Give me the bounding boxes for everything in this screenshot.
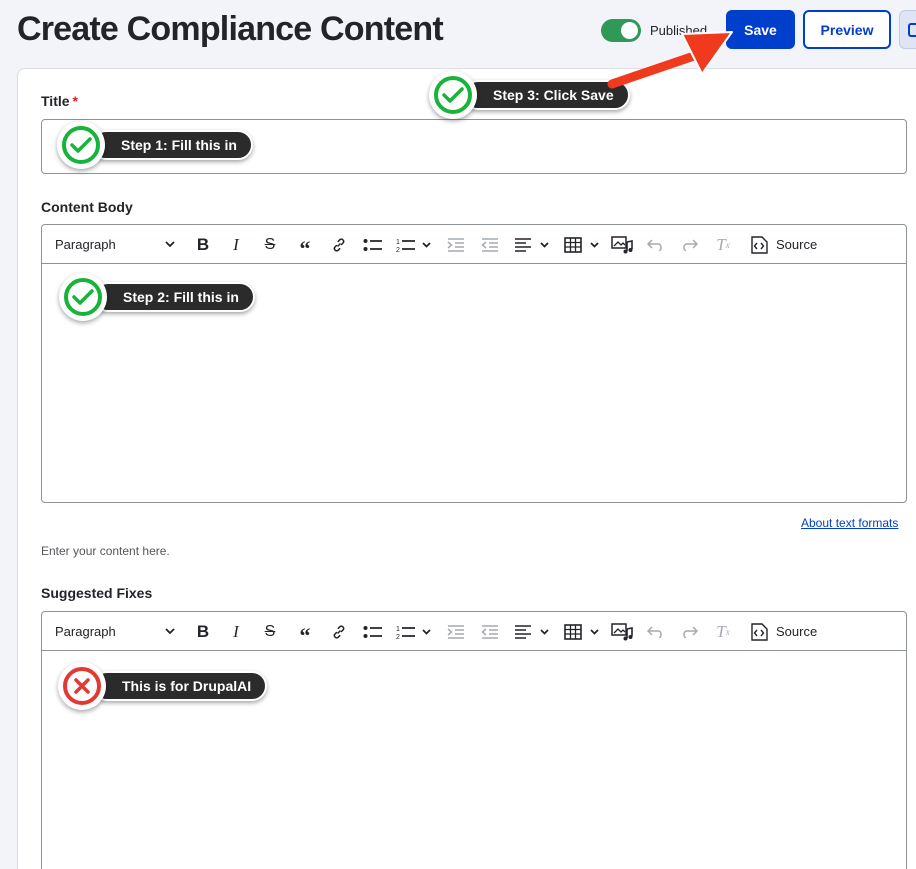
svg-text:2: 2 bbox=[396, 247, 400, 253]
suggested-fixes-editor: Paragraph B I S “ 12 T x Source bbox=[41, 611, 907, 869]
svg-text:1: 1 bbox=[396, 626, 400, 633]
check-circle-icon bbox=[57, 121, 105, 169]
undo-icon[interactable] bbox=[646, 612, 666, 651]
blockquote-icon[interactable]: “ bbox=[295, 225, 315, 264]
check-circle-icon bbox=[59, 273, 107, 321]
media-icon[interactable] bbox=[611, 225, 633, 264]
step-2-annotation: Step 2: Fill this in bbox=[59, 273, 255, 321]
italic-icon[interactable]: I bbox=[228, 612, 244, 651]
step-2-label: Step 2: Fill this in bbox=[93, 282, 255, 312]
outdent-icon[interactable] bbox=[446, 612, 466, 651]
step-1-annotation: Step 1: Fill this in bbox=[57, 121, 253, 169]
svg-text:2: 2 bbox=[396, 634, 400, 640]
required-marker: * bbox=[72, 93, 78, 109]
paragraph-format-select[interactable]: Paragraph bbox=[55, 225, 185, 264]
redo-icon[interactable] bbox=[679, 612, 699, 651]
remove-format-icon[interactable]: Tx bbox=[713, 612, 733, 651]
content-body-editor: Paragraph B I S “ 12 T x Source bbox=[41, 224, 907, 503]
page-title: Create Compliance Content bbox=[17, 10, 444, 48]
bulleted-list-icon[interactable] bbox=[362, 225, 384, 264]
step-1-label: Step 1: Fill this in bbox=[91, 130, 253, 160]
redo-icon[interactable] bbox=[679, 225, 699, 264]
x-circle-icon bbox=[58, 662, 106, 710]
page: Create Compliance Content Published Save… bbox=[0, 0, 916, 869]
remove-format-icon[interactable]: Tx bbox=[713, 225, 733, 264]
suggested-fixes-label: Suggested Fixes bbox=[41, 585, 153, 601]
preview-button[interactable]: Preview bbox=[803, 10, 891, 49]
about-text-formats-link[interactable]: About text formats bbox=[801, 516, 898, 530]
undo-icon[interactable] bbox=[646, 225, 666, 264]
title-label: Title * bbox=[41, 93, 78, 109]
source-button[interactable]: Source bbox=[750, 225, 830, 264]
editor-toolbar: Paragraph B I S “ 12 T x Source bbox=[42, 225, 906, 264]
toggle-sidebar-button[interactable] bbox=[899, 10, 916, 49]
link-icon[interactable] bbox=[329, 612, 349, 651]
table-icon[interactable] bbox=[564, 225, 602, 264]
strikethrough-icon[interactable]: S bbox=[261, 612, 279, 651]
sidebar-icon bbox=[908, 23, 916, 37]
drupal-ai-label: This is for DrupalAI bbox=[92, 671, 268, 701]
link-icon[interactable] bbox=[329, 225, 349, 264]
source-icon bbox=[751, 622, 768, 641]
table-icon[interactable] bbox=[564, 612, 602, 651]
svg-text:1: 1 bbox=[396, 239, 400, 246]
bold-icon[interactable]: B bbox=[193, 612, 213, 651]
check-circle-icon bbox=[429, 71, 477, 119]
outdent-icon[interactable] bbox=[446, 225, 466, 264]
align-icon[interactable] bbox=[514, 225, 552, 264]
media-icon[interactable] bbox=[611, 612, 633, 651]
align-icon[interactable] bbox=[514, 612, 552, 651]
content-body-help: Enter your content here. bbox=[41, 544, 170, 558]
numbered-list-icon[interactable]: 12 bbox=[396, 225, 432, 264]
drupal-ai-annotation: This is for DrupalAI bbox=[58, 662, 268, 710]
indent-icon[interactable] bbox=[480, 225, 500, 264]
strikethrough-icon[interactable]: S bbox=[261, 225, 279, 264]
numbered-list-icon[interactable]: 12 bbox=[396, 612, 432, 651]
source-button[interactable]: Source bbox=[750, 612, 830, 651]
blockquote-icon[interactable]: “ bbox=[295, 612, 315, 651]
paragraph-format-select[interactable]: Paragraph bbox=[55, 612, 185, 651]
bulleted-list-icon[interactable] bbox=[362, 612, 384, 651]
italic-icon[interactable]: I bbox=[228, 225, 244, 264]
content-body-label: Content Body bbox=[41, 199, 133, 215]
source-icon bbox=[751, 235, 768, 254]
bold-icon[interactable]: B bbox=[193, 225, 213, 264]
indent-icon[interactable] bbox=[480, 612, 500, 651]
arrow-icon bbox=[607, 31, 733, 89]
editor-toolbar: Paragraph B I S “ 12 T x Source bbox=[42, 612, 906, 651]
